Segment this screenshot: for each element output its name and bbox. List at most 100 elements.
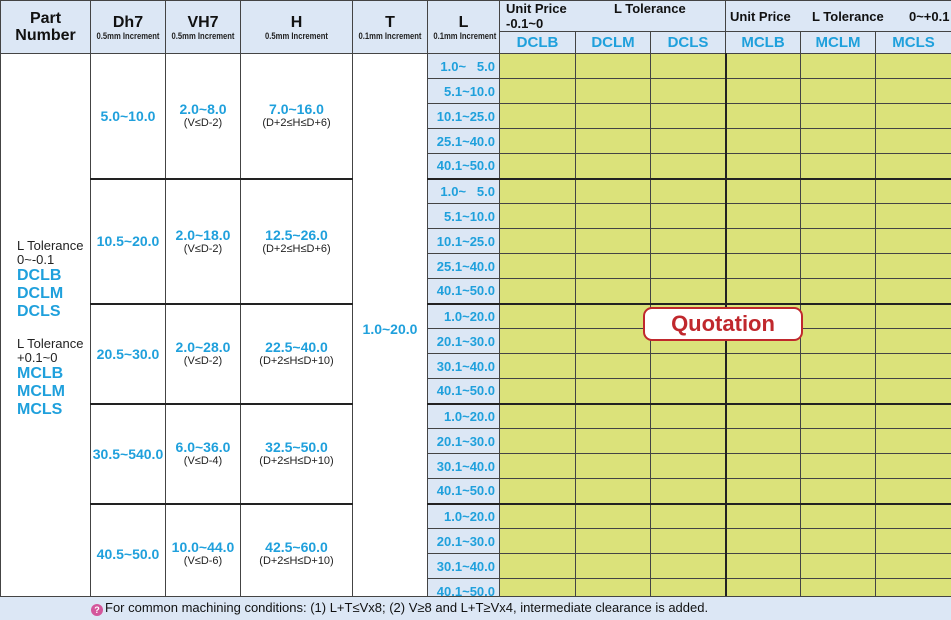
- price-cell: [575, 253, 651, 279]
- l-range-cell: 40.1~50.0: [427, 478, 500, 504]
- price-cell: [875, 253, 951, 279]
- price-cell: [649, 553, 727, 579]
- price-cell: [800, 528, 877, 554]
- price-cell: [875, 177, 951, 204]
- price-cell: [875, 153, 951, 179]
- part-number-cell: L Tolerance 0~-0.1 DCLB DCLM DCLS L Tolerance…: [0, 53, 91, 604]
- price-cell: [575, 502, 651, 529]
- header-code-mclm: MCLM: [800, 31, 877, 54]
- l-range-cell: 1.0~ 5.0: [427, 53, 500, 79]
- price-cell: [575, 528, 651, 554]
- l-range-cell: 1.0~ 5.0: [427, 177, 500, 204]
- price-cell: [649, 253, 727, 279]
- price-cell: [499, 177, 576, 204]
- l-range-cell: 40.1~50.0: [427, 153, 500, 179]
- price-cell: [800, 502, 877, 529]
- l-range-cell: 5.1~10.0: [427, 203, 500, 229]
- h-range-cell: 12.5~26.0 (D+2≤H≤D+6): [240, 177, 353, 304]
- price-cell: [649, 478, 727, 504]
- price-cell: [875, 528, 951, 554]
- l-range-cell: 1.0~20.0: [427, 302, 500, 329]
- price-cell: [800, 177, 877, 204]
- d-range-cell: 20.5~30.0: [90, 302, 166, 404]
- header-part-number: Part Number: [0, 0, 91, 54]
- header-unit-price-2: Unit Price: [730, 8, 791, 24]
- price-cell: [575, 177, 651, 204]
- price-cell: [724, 53, 802, 79]
- price-cell: [649, 203, 727, 229]
- l-range-cell: 25.1~40.0: [427, 253, 500, 279]
- price-cell: [875, 128, 951, 154]
- l-range-cell: 5.1~10.0: [427, 78, 500, 104]
- price-cell: [575, 302, 651, 329]
- price-cell: [800, 228, 877, 254]
- l-range-cell: 1.0~20.0: [427, 502, 500, 529]
- price-cell: [875, 553, 951, 579]
- price-cell: [875, 103, 951, 129]
- price-cell: [575, 228, 651, 254]
- price-cell: [499, 78, 576, 104]
- info-icon: ?: [91, 604, 103, 616]
- price-cell: [649, 53, 727, 79]
- part-tolerance-label-1: L Tolerance: [17, 237, 84, 253]
- part-tolerance-value-1: 0~-0.1: [17, 251, 55, 267]
- v-range-cell: 2.0~8.0 (V≤D-2): [165, 53, 241, 179]
- price-cell: [499, 328, 576, 354]
- part-tolerance-value-2: +0.1~0: [17, 349, 58, 365]
- price-cell: [575, 428, 651, 454]
- price-cell: [800, 78, 877, 104]
- table-row: 20.5~30.0 2.0~28.0 (V≤D-2) 22.5~40.0 (D+2≤H≤…: [1, 302, 951, 404]
- price-cell: [649, 453, 727, 479]
- h-range-cell: 22.5~40.0 (D+2≤H≤D+10): [240, 302, 353, 404]
- price-cell: [800, 478, 877, 504]
- part-code: DCLB: [17, 266, 62, 284]
- price-cell: [499, 553, 576, 579]
- price-cell: [649, 353, 727, 379]
- price-cell: [875, 278, 951, 304]
- d-range-cell: 5.0~10.0: [90, 53, 166, 179]
- table-row: 40.5~50.0 10.0~44.0 (V≤D-6) 42.5~60.0 (D+2≤H…: [1, 502, 951, 604]
- price-cell: [875, 453, 951, 479]
- price-cell: [724, 278, 802, 304]
- price-cell: [800, 453, 877, 479]
- header-code-dclm: DCLM: [575, 31, 651, 54]
- l-range-cell: 30.1~40.0: [427, 353, 500, 379]
- price-cell: [575, 278, 651, 304]
- price-cell: [800, 553, 877, 579]
- price-cell: [724, 478, 802, 504]
- l-range-cell: 20.1~30.0: [427, 328, 500, 354]
- part-code: MCLS: [17, 400, 63, 418]
- price-cell: [800, 253, 877, 279]
- l-range-cell: 1.0~20.0: [427, 402, 500, 429]
- l-range-cell: 10.1~25.0: [427, 103, 500, 129]
- price-cell: [800, 428, 877, 454]
- price-cell: [649, 153, 727, 179]
- price-cell: [724, 502, 802, 529]
- price-cell: [575, 78, 651, 104]
- price-cell: [649, 278, 727, 304]
- v-range-cell: 2.0~28.0 (V≤D-2): [165, 302, 241, 404]
- part-code: MCLM: [17, 382, 65, 400]
- header-code-dclb: DCLB: [499, 31, 576, 54]
- price-cell: [499, 428, 576, 454]
- price-cell: [575, 203, 651, 229]
- price-cell: [724, 553, 802, 579]
- price-cell: [800, 153, 877, 179]
- price-cell: [800, 353, 877, 379]
- price-cell: [499, 53, 576, 79]
- price-cell: [724, 153, 802, 179]
- table-row: 10.5~20.0 2.0~18.0 (V≤D-2) 12.5~26.0 (D+2≤H≤…: [1, 177, 951, 304]
- price-cell: [724, 402, 802, 429]
- price-cell: [875, 78, 951, 104]
- price-cell: [499, 228, 576, 254]
- price-cell: [499, 302, 576, 329]
- price-cell: [724, 103, 802, 129]
- price-cell: [575, 402, 651, 429]
- price-cell: [875, 378, 951, 404]
- price-cell: [875, 53, 951, 79]
- h-range-cell: 42.5~60.0 (D+2≤H≤D+10): [240, 502, 353, 604]
- price-cell: [800, 128, 877, 154]
- h-range-cell: 7.0~16.0 (D+2≤H≤D+6): [240, 53, 353, 179]
- price-cell: [649, 128, 727, 154]
- price-cell: [499, 478, 576, 504]
